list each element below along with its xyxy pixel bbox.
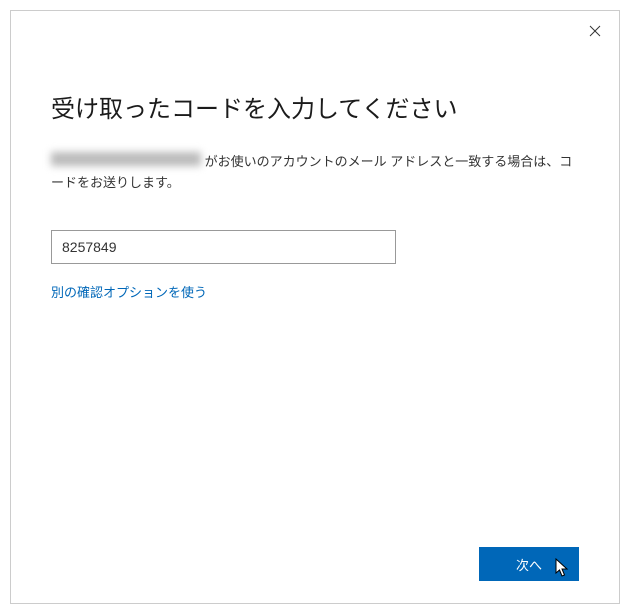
verification-dialog: 受け取ったコードを入力してください がお使いのアカウントのメール アドレスと一致… [10, 10, 620, 604]
page-title: 受け取ったコードを入力してください [51, 89, 579, 124]
close-icon [589, 24, 601, 42]
alt-verification-link[interactable]: 別の確認オプションを使う [51, 285, 207, 300]
code-input[interactable] [51, 230, 396, 264]
next-button[interactable]: 次へ [479, 547, 579, 581]
dialog-footer: 次へ [479, 547, 579, 581]
redacted-email [51, 152, 201, 166]
description-text: がお使いのアカウントのメール アドレスと一致する場合は、コードをお送りします。 [51, 152, 579, 194]
dialog-content: 受け取ったコードを入力してください がお使いのアカウントのメール アドレスと一致… [11, 11, 619, 302]
close-button[interactable] [587, 25, 603, 41]
